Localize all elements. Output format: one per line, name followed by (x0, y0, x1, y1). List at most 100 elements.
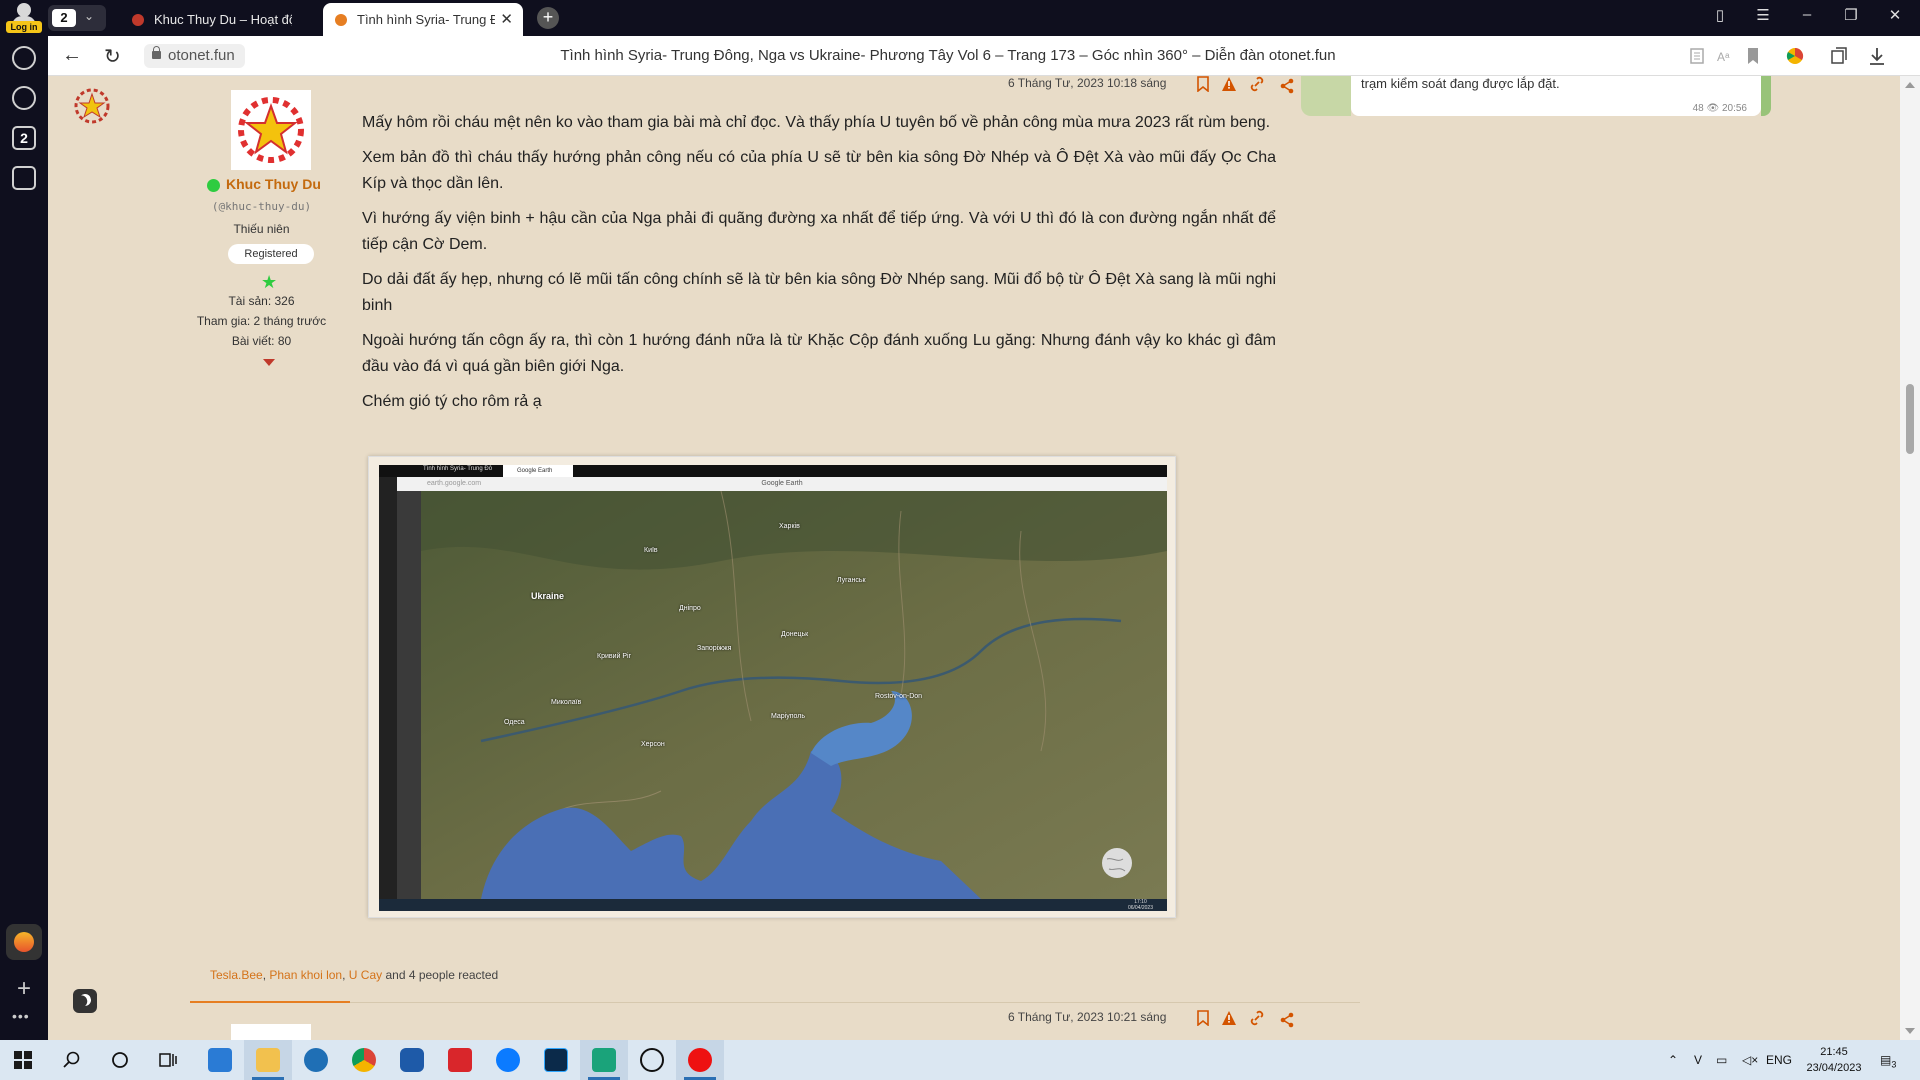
search-button[interactable] (48, 1040, 96, 1080)
menu-icon[interactable]: ☰ (1748, 6, 1778, 24)
start-button[interactable] (0, 1040, 48, 1080)
tab-title: Tình hình Syria- Trung Đ (357, 12, 495, 27)
message-edge (1761, 76, 1771, 116)
chevron-down-icon: ⌄ (84, 9, 95, 23)
minimize-button[interactable]: – (1792, 6, 1822, 23)
translate-icon[interactable]: Aᵃ (1714, 45, 1736, 67)
history-icon[interactable] (12, 46, 36, 70)
add-sidebar-button[interactable]: + (6, 972, 42, 1008)
bookmark-post-icon[interactable] (1195, 1010, 1211, 1026)
map-place: Rostov-on-Don (875, 693, 923, 700)
link-icon[interactable] (1249, 76, 1265, 92)
cortana-icon (112, 1052, 128, 1068)
reader-mode-icon[interactable] (1686, 45, 1708, 67)
close-window-button[interactable]: ✕ (1880, 6, 1910, 24)
message-text: trạm kiểm soát đang được lắp đặt. (1361, 76, 1560, 91)
file-explorer-app[interactable] (244, 1040, 292, 1080)
bookmark-window-icon[interactable]: ▯ (1705, 6, 1735, 24)
mail-app[interactable] (292, 1040, 340, 1080)
bookmark-post-icon[interactable] (1195, 76, 1211, 92)
profile-login-button[interactable]: Log in (6, 3, 42, 33)
share-icon[interactable] (1279, 1012, 1295, 1028)
dark-mode-toggle-icon[interactable] (73, 989, 97, 1013)
browser-ghost-app[interactable] (628, 1040, 676, 1080)
language-indicator[interactable]: ENG (1766, 1040, 1792, 1080)
tab-title: Khuc Thuy Du – Hoạt động (154, 12, 292, 27)
photoshop-app[interactable] (532, 1040, 580, 1080)
reactions-suffix[interactable]: and 4 people reacted (385, 968, 498, 982)
windows-taskbar: ⌃ V ▭ ◁× ENG 21:45 23/04/2023 ▤3 (0, 1040, 1920, 1080)
report-icon[interactable] (1221, 1010, 1237, 1026)
address-bar: ← ↻ otonet.fun Tình hình Syria- Trung Đô… (48, 36, 1920, 76)
reactor-link[interactable]: Tesla.Bee (210, 968, 263, 982)
extension-icon[interactable] (1784, 45, 1806, 67)
zalo-app[interactable] (484, 1040, 532, 1080)
more-icon[interactable]: ••• (12, 1008, 30, 1024)
page-title: Tình hình Syria- Trung Đông, Nga vs Ukra… (560, 47, 1336, 64)
chrome-app[interactable] (340, 1040, 388, 1080)
map-place: Дніпро (679, 605, 701, 612)
yandex-icon (688, 1048, 712, 1072)
scroll-up-icon[interactable] (1905, 82, 1915, 88)
map-place: Кривий Ріг (597, 653, 632, 660)
screenshot-icon[interactable] (12, 166, 36, 190)
scroll-down-icon[interactable] (1905, 1028, 1915, 1034)
taskbar-clock[interactable]: 21:45 23/04/2023 (1800, 1044, 1868, 1076)
yandex-app[interactable] (676, 1040, 724, 1080)
avatar[interactable] (231, 90, 311, 170)
task-view-button[interactable] (144, 1040, 192, 1080)
next-post-avatar[interactable] (231, 1024, 311, 1040)
new-tab-button[interactable]: + (537, 7, 559, 29)
author-name[interactable]: Khuc Thuy Du (226, 176, 321, 192)
next-post-date: 6 Tháng Tư, 2023 10:21 sáng (1008, 1010, 1167, 1024)
sidebar-app-button[interactable] (6, 924, 42, 960)
url-field[interactable]: otonet.fun (144, 44, 245, 68)
tab-syria-active[interactable]: Tình hình Syria- Trung Đ ✕ (323, 3, 523, 36)
task-view-icon (159, 1053, 177, 1067)
report-icon[interactable] (1221, 76, 1237, 92)
reactor-link[interactable]: U Cay (349, 968, 382, 982)
cortana-button[interactable] (96, 1040, 144, 1080)
photoshop-icon (544, 1048, 568, 1072)
vpn-icon[interactable]: V (1694, 1040, 1702, 1080)
message-thumbnail[interactable] (1301, 76, 1351, 116)
tab-khuc-thuy-du[interactable]: Khuc Thuy Du – Hoạt động (120, 3, 320, 36)
screenshot-url: earth.google.com (427, 480, 482, 487)
notification-button[interactable]: ▤3 (1880, 1040, 1896, 1080)
reload-button[interactable]: ↻ (104, 44, 121, 69)
site-favicon-icon (132, 14, 144, 26)
download-icon[interactable] (1866, 45, 1888, 67)
sidebar-badge[interactable]: 2 (12, 126, 36, 150)
expand-profile-icon[interactable] (263, 359, 275, 366)
back-button[interactable]: ← (62, 44, 82, 67)
collections-icon[interactable] (1828, 45, 1850, 67)
page-scrollbar[interactable] (1900, 76, 1920, 1040)
link-icon[interactable] (1249, 1010, 1265, 1026)
folder-icon (256, 1048, 280, 1072)
map-place: Луганськ (837, 577, 866, 584)
wps-app[interactable] (580, 1040, 628, 1080)
acrobat-app[interactable] (436, 1040, 484, 1080)
tray-chevron-icon[interactable]: ⌃ (1668, 1040, 1678, 1080)
network-icon[interactable]: ▭ (1716, 1040, 1727, 1080)
bookmark-icon[interactable] (1742, 45, 1764, 67)
reactor-link[interactable]: Phan khoi lon (269, 968, 342, 982)
store-app[interactable] (196, 1040, 244, 1080)
tab-group-button[interactable]: 2 ⌄ (48, 5, 106, 31)
acrobat-icon (448, 1048, 472, 1072)
satellite-map: ~ (421, 491, 1167, 899)
share-icon[interactable] (1279, 78, 1295, 94)
post-paragraph: Chém gió tý cho rôm rả ạ (362, 393, 542, 410)
restore-button[interactable]: ❐ (1836, 6, 1866, 24)
mail-icon (304, 1048, 328, 1072)
pinned-app[interactable] (388, 1040, 436, 1080)
close-tab-icon[interactable]: ✕ (500, 3, 513, 36)
volume-icon[interactable]: ◁× (1742, 1040, 1758, 1080)
post-image[interactable]: Tình hình Syria- Trung Đô Google Earth e… (368, 456, 1176, 918)
screenshot-tab-1: Tình hình Syria- Trung Đô (423, 466, 493, 472)
browser-sidebar: 2 + ••• (0, 36, 48, 1040)
tab-count: 2 (52, 9, 76, 27)
scrollbar-thumb[interactable] (1906, 384, 1914, 454)
play-icon[interactable] (12, 86, 36, 110)
site-logo[interactable] (72, 86, 112, 126)
